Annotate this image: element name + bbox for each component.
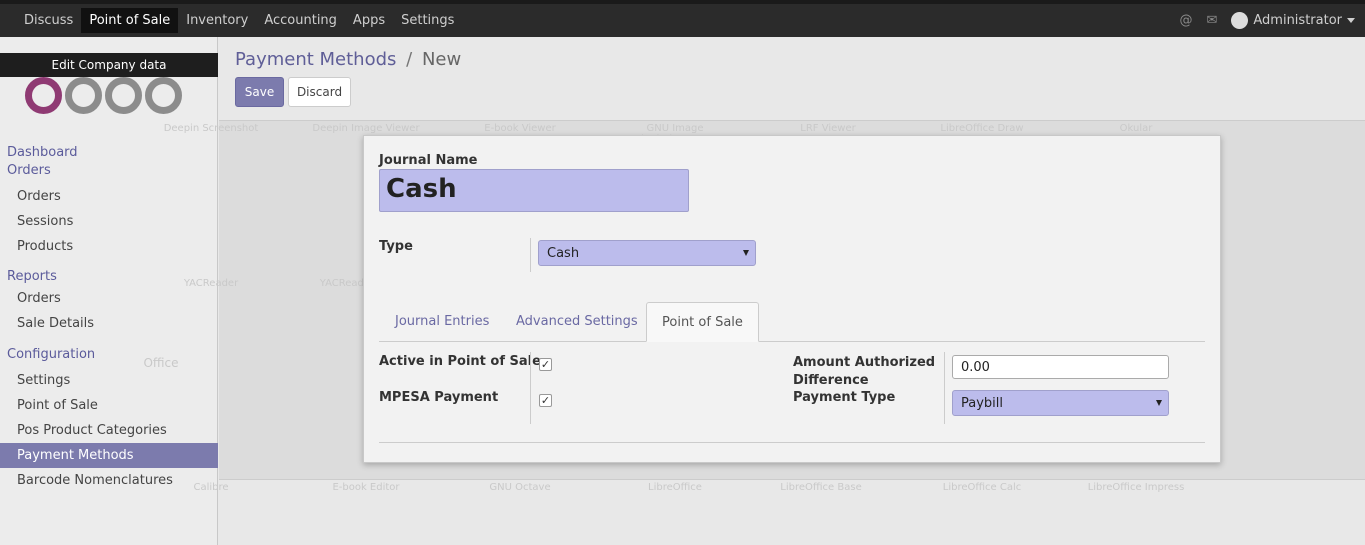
- breadcrumb-current: New: [421, 49, 462, 70]
- payment-type-select[interactable]: Paybill: [952, 390, 1169, 416]
- type-select-value: Cash: [547, 245, 580, 261]
- type-select[interactable]: Cash: [538, 240, 756, 266]
- menu-inventory[interactable]: Inventory: [178, 8, 256, 33]
- sidebar-section-orders[interactable]: Orders: [0, 162, 218, 180]
- sidebar: Edit Company data Dashboard Orders Order…: [0, 37, 218, 545]
- dropdown-arrow-icon: [743, 250, 749, 256]
- desktop-label: YACReader: [183, 278, 239, 289]
- payment-type-label: Payment Type: [793, 390, 896, 405]
- user-menu[interactable]: Administrator: [1231, 12, 1355, 29]
- sidebar-item-products[interactable]: Products: [0, 234, 218, 259]
- desktop-label: E-book Viewer: [484, 123, 556, 134]
- chevron-down-icon: [1347, 18, 1355, 23]
- form-sheet: Journal Name Cash Type Cash Journal Entr…: [363, 135, 1221, 463]
- desktop-label: GNU Octave: [489, 482, 551, 493]
- payment-type-value: Paybill: [961, 395, 1004, 411]
- divider: [530, 238, 531, 272]
- avatar: [1231, 12, 1249, 29]
- amount-authorized-label: Amount Authorized Difference: [793, 354, 935, 390]
- sidebar-item-sessions[interactable]: Sessions: [0, 209, 218, 234]
- menu-accounting[interactable]: Accounting: [256, 8, 345, 33]
- desktop-label: LibreOffice Impress: [1087, 482, 1185, 493]
- sidebar-section-dashboard[interactable]: Dashboard: [0, 144, 218, 162]
- logo-ring: [105, 77, 142, 114]
- at-icon[interactable]: @: [1179, 13, 1192, 28]
- tooltip: Edit Company data: [0, 53, 218, 77]
- sidebar-item-orders[interactable]: Orders: [0, 184, 218, 209]
- sidebar-menu: Dashboard Orders Orders Sessions Product…: [0, 144, 218, 493]
- divider: [944, 352, 945, 424]
- logo-ring: [145, 77, 182, 114]
- sidebar-item-payment-methods[interactable]: Payment Methods: [0, 443, 218, 468]
- desktop-label: Office: [143, 356, 179, 370]
- systray: @ ✉ Administrator: [1179, 4, 1355, 37]
- desktop-label: Okular: [1119, 123, 1153, 134]
- mpesa-payment-label: MPESA Payment: [379, 390, 499, 405]
- amount-authorized-input[interactable]: 0.00: [952, 355, 1169, 379]
- sidebar-item-settings[interactable]: Settings: [0, 368, 218, 393]
- desktop-label: Deepin Screenshot: [163, 123, 259, 134]
- top-navbar: Discuss Point of Sale Inventory Accounti…: [0, 0, 1365, 37]
- tab-advanced-settings[interactable]: Advanced Settings: [501, 302, 653, 342]
- amount-authorized-label-line2: Difference: [793, 373, 869, 388]
- breadcrumb-parent[interactable]: Payment Methods: [235, 49, 396, 70]
- sidebar-item-point-of-sale[interactable]: Point of Sale: [0, 393, 218, 418]
- save-button[interactable]: Save: [235, 77, 284, 107]
- menu-apps[interactable]: Apps: [345, 8, 393, 33]
- breadcrumb: Payment Methods / New: [235, 49, 461, 70]
- desktop-label: LRF Viewer: [800, 123, 856, 134]
- menu-point-of-sale[interactable]: Point of Sale: [81, 8, 179, 33]
- journal-name-label: Journal Name: [379, 153, 478, 168]
- logo-ring: [25, 77, 62, 114]
- user-name: Administrator: [1253, 13, 1342, 28]
- dropdown-arrow-icon: [1156, 400, 1162, 406]
- desktop-label: LibreOffice: [648, 482, 702, 493]
- mpesa-payment-checkbox[interactable]: ✓: [539, 394, 552, 407]
- main-menu: Discuss Point of Sale Inventory Accounti…: [0, 4, 462, 37]
- sidebar-item-pos-product-categories[interactable]: Pos Product Categories: [0, 418, 218, 443]
- amount-authorized-label-line1: Amount Authorized: [793, 355, 936, 370]
- desktop-label: LibreOffice Calc: [942, 482, 1022, 493]
- company-logo[interactable]: [25, 77, 182, 115]
- type-label: Type: [379, 239, 413, 254]
- chat-icon[interactable]: ✉: [1206, 13, 1217, 28]
- tab-journal-entries[interactable]: Journal Entries: [380, 302, 504, 342]
- active-in-pos-label: Active in Point of Sale: [379, 354, 541, 369]
- sidebar-item-report-orders[interactable]: Orders: [0, 286, 218, 311]
- desktop-label: LibreOffice Base: [780, 482, 862, 493]
- divider: [530, 352, 531, 424]
- desktop-label: E-book Editor: [332, 482, 400, 493]
- desktop-label: Calibre: [193, 482, 229, 493]
- sidebar-item-sale-details[interactable]: Sale Details: [0, 311, 218, 336]
- menu-settings[interactable]: Settings: [393, 8, 462, 33]
- notebook-tabs: Journal Entries Advanced Settings Point …: [379, 302, 1205, 342]
- discard-button[interactable]: Discard: [288, 77, 351, 107]
- journal-name-input[interactable]: Cash: [379, 169, 689, 212]
- logo-ring: [65, 77, 102, 114]
- breadcrumb-separator: /: [406, 49, 413, 70]
- desktop-label: Deepin Image Viewer: [312, 123, 420, 134]
- sheet-divider: [379, 442, 1205, 443]
- desktop-label: LibreOffice Draw: [940, 123, 1024, 134]
- menu-discuss[interactable]: Discuss: [16, 8, 81, 33]
- tab-point-of-sale[interactable]: Point of Sale: [646, 302, 759, 342]
- active-in-pos-checkbox[interactable]: ✓: [539, 358, 552, 371]
